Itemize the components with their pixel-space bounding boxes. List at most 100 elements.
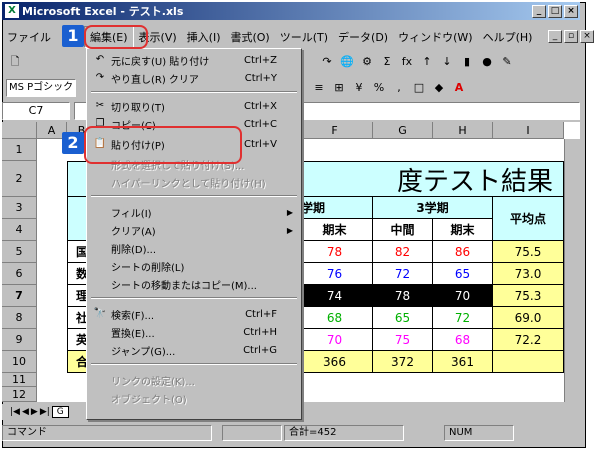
menu-item-object[interactable]: オブジェクト(O) [87, 389, 301, 407]
col-header-h[interactable]: H [433, 122, 493, 139]
last-sheet-icon[interactable]: ▶| [40, 407, 50, 417]
name-box[interactable]: C7 [2, 102, 70, 120]
row-header-5[interactable]: 5 [2, 241, 37, 263]
workbook-restore-button[interactable]: ▫ [564, 30, 578, 43]
average-cell[interactable]: 73.0 [493, 263, 564, 285]
workbook-close-button[interactable]: × [580, 30, 594, 43]
score-cell[interactable]: 68 [297, 307, 373, 329]
menu-item-clear[interactable]: クリア(A) ▶ [87, 221, 301, 239]
score-cell-selected[interactable]: 70 [433, 285, 493, 307]
row-header-7[interactable]: 7 [2, 285, 37, 307]
web-icon[interactable]: ⚙ [358, 53, 376, 71]
vertical-scrollbar[interactable] [564, 139, 580, 402]
menu-item-goto[interactable]: ジャンプ(G)... Ctrl+G [87, 341, 301, 359]
menu-insert[interactable]: 挿入(I) [182, 27, 226, 47]
average-cell[interactable]: 75.3 [493, 285, 564, 307]
average-cell[interactable] [493, 351, 564, 373]
total-cell[interactable]: 372 [373, 351, 433, 373]
close-button[interactable]: × [564, 4, 578, 18]
merge-center-icon[interactable]: ⊞ [330, 79, 348, 97]
menu-item-delete[interactable]: 削除(D)... [87, 239, 301, 257]
menu-item-fill[interactable]: フィル(I) ▶ [87, 203, 301, 221]
maximize-button[interactable]: □ [548, 4, 562, 18]
sort-descending-icon[interactable]: ↓ [438, 53, 456, 71]
average-cell[interactable]: 69.0 [493, 307, 564, 329]
score-cell-selected[interactable]: 78 [373, 285, 433, 307]
menu-item-delete-sheet[interactable]: シートの削除(L) [87, 257, 301, 275]
score-cell[interactable]: 75 [373, 329, 433, 351]
row-header-10[interactable]: 10 [2, 351, 37, 373]
borders-icon[interactable]: □ [410, 79, 428, 97]
new-icon[interactable]: 🗋 [6, 53, 24, 71]
term-3-final-header[interactable]: 期末 [433, 219, 493, 241]
map-icon[interactable]: ● [478, 53, 496, 71]
total-cell[interactable]: 361 [433, 351, 493, 373]
align-right-icon[interactable]: ≡ [310, 79, 328, 97]
row-header-4[interactable]: 4 [2, 219, 37, 241]
row-header-1[interactable]: 1 [2, 139, 37, 161]
menu-data[interactable]: データ(D) [333, 27, 393, 47]
menu-file[interactable]: ファイル [2, 27, 51, 47]
score-cell[interactable]: 70 [297, 329, 373, 351]
menu-window[interactable]: ウィンドウ(W) [393, 27, 477, 47]
hyperlink-icon[interactable]: 🌐 [338, 53, 356, 71]
menu-item-find[interactable]: 🔭 検索(F)... Ctrl+F [87, 305, 301, 323]
score-cell-selected[interactable]: 74 [297, 285, 373, 307]
col-header-g[interactable]: G [373, 122, 433, 139]
row-header-2[interactable]: 2 [2, 161, 37, 197]
score-cell[interactable]: 76 [297, 263, 373, 285]
term-3-header[interactable]: 3学期 [373, 197, 493, 219]
select-all-corner[interactable] [2, 122, 37, 139]
sort-ascending-icon[interactable]: ↑ [418, 53, 436, 71]
score-cell[interactable]: 65 [433, 263, 493, 285]
sheet-tab[interactable]: G [51, 406, 69, 418]
first-sheet-icon[interactable]: |◀ [10, 407, 20, 417]
row-header-12[interactable]: 12 [2, 387, 37, 402]
score-cell[interactable]: 78 [297, 241, 373, 263]
redo-icon[interactable]: ↷ [318, 53, 336, 71]
col-header-i[interactable]: I [493, 122, 564, 139]
font-color-icon[interactable]: A [450, 79, 468, 97]
drawing-icon[interactable]: ✎ [498, 53, 516, 71]
total-cell[interactable]: 366 [297, 351, 373, 373]
fill-color-icon[interactable]: ◆ [430, 79, 448, 97]
score-cell[interactable]: 82 [373, 241, 433, 263]
menu-item-move-copy-sheet[interactable]: シートの移動またはコピー(M)... [87, 275, 301, 293]
term-2-final-header[interactable]: 期末 [297, 219, 373, 241]
autosum-icon[interactable]: Σ [378, 53, 396, 71]
term-3-mid-header[interactable]: 中間 [373, 219, 433, 241]
row-header-6[interactable]: 6 [2, 263, 37, 285]
percent-icon[interactable]: % [370, 79, 388, 97]
menu-tools[interactable]: ツール(T) [275, 27, 333, 47]
term-2-header[interactable]: 学期 [297, 197, 373, 219]
chart-icon[interactable]: ▮ [458, 53, 476, 71]
menu-item-cut[interactable]: ✂ 切り取り(T) Ctrl+X [87, 97, 301, 115]
score-cell[interactable]: 72 [373, 263, 433, 285]
score-cell[interactable]: 65 [373, 307, 433, 329]
average-cell[interactable]: 72.2 [493, 329, 564, 351]
workbook-minimize-button[interactable]: _ [548, 30, 562, 43]
menu-format[interactable]: 書式(O) [225, 27, 274, 47]
average-header[interactable]: 平均点 [493, 197, 564, 241]
score-cell[interactable]: 86 [433, 241, 493, 263]
menu-item-redo[interactable]: ↷ やり直し(R) クリア Ctrl+Y [87, 69, 301, 87]
score-cell[interactable]: 72 [433, 307, 493, 329]
menu-help[interactable]: ヘルプ(H) [478, 27, 538, 47]
prev-sheet-icon[interactable]: ◀ [22, 407, 29, 417]
function-icon[interactable]: fx [398, 53, 416, 71]
score-cell[interactable]: 68 [433, 329, 493, 351]
row-header-3[interactable]: 3 [2, 197, 37, 219]
row-header-11[interactable]: 11 [2, 373, 37, 387]
comma-icon[interactable]: , [390, 79, 408, 97]
font-name-box[interactable]: MS Pゴシック [6, 79, 76, 97]
menu-item-undo[interactable]: ↶ 元に戻す(U) 貼り付け Ctrl+Z [87, 51, 301, 69]
menu-item-paste-hyperlink[interactable]: ハイパーリンクとして貼り付け(H) [87, 173, 301, 191]
minimize-button[interactable]: _ [532, 4, 546, 18]
average-cell[interactable]: 75.5 [493, 241, 564, 263]
next-sheet-icon[interactable]: ▶ [31, 407, 38, 417]
menu-item-links[interactable]: リンクの設定(K)... [87, 371, 301, 389]
currency-icon[interactable]: ¥ [350, 79, 368, 97]
col-header-f[interactable]: F [297, 122, 373, 139]
row-header-8[interactable]: 8 [2, 307, 37, 329]
row-header-9[interactable]: 9 [2, 329, 37, 351]
